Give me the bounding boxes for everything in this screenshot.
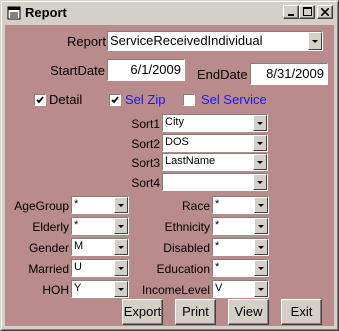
married-combo[interactable]: U xyxy=(71,259,129,277)
chevron-down-icon[interactable] xyxy=(254,281,268,297)
start-date-value: 6/1/2009 xyxy=(130,62,181,77)
checkmark-icon xyxy=(36,96,44,104)
sort3-label: Sort3 xyxy=(131,156,160,170)
chevron-down-icon[interactable] xyxy=(254,197,268,213)
detail-label: Detail xyxy=(49,92,83,107)
race-value: * xyxy=(215,198,220,210)
maximize-button[interactable] xyxy=(299,5,315,19)
detail-checkbox[interactable] xyxy=(34,94,46,106)
chevron-down-icon[interactable] xyxy=(114,281,128,297)
age-group-combo[interactable]: * xyxy=(71,196,129,214)
chevron-down-icon[interactable] xyxy=(114,239,128,255)
exit-button[interactable]: Exit xyxy=(281,299,322,325)
form-body: Report ServiceReceivedIndividual StartDa… xyxy=(5,25,334,326)
chevron-down-icon[interactable] xyxy=(308,32,322,50)
elderly-label: Elderly xyxy=(32,220,69,234)
sort3-value: LastName xyxy=(165,155,216,167)
chevron-down-icon[interactable] xyxy=(253,154,267,170)
sel-service-checkbox[interactable] xyxy=(183,94,195,106)
end-date-value: 8/31/2009 xyxy=(266,66,324,81)
sel-zip-checkbox[interactable] xyxy=(109,94,121,106)
sort4-combo[interactable] xyxy=(162,173,268,191)
sort1-combo[interactable]: City xyxy=(162,114,268,132)
print-button[interactable]: Print xyxy=(175,299,216,325)
ethnicity-combo[interactable]: * xyxy=(212,217,269,235)
sort4-label: Sort4 xyxy=(131,176,160,190)
sel-service-label: Sel Service xyxy=(201,92,267,107)
disabled-combo[interactable]: * xyxy=(212,238,269,256)
married-label: Married xyxy=(28,262,69,276)
education-value: * xyxy=(215,261,220,273)
race-label: Race xyxy=(181,199,210,213)
title-bar[interactable]: Report xyxy=(3,3,336,23)
start-date-label: StartDate xyxy=(50,63,105,78)
view-button[interactable]: View xyxy=(228,299,269,325)
sort2-value: DOS xyxy=(165,136,189,148)
income-level-combo[interactable]: V xyxy=(212,280,269,298)
chevron-down-icon[interactable] xyxy=(253,135,267,151)
gender-label: Gender xyxy=(28,241,69,255)
education-combo[interactable]: * xyxy=(212,259,269,277)
income-level-value: V xyxy=(215,282,223,294)
chevron-down-icon[interactable] xyxy=(254,218,268,234)
chevron-down-icon[interactable] xyxy=(114,260,128,276)
close-icon xyxy=(320,3,330,21)
elderly-combo[interactable]: * xyxy=(71,217,129,235)
disabled-value: * xyxy=(215,240,220,252)
hoh-label: HOH xyxy=(42,283,69,297)
sort2-combo[interactable]: DOS xyxy=(162,134,268,152)
hoh-combo[interactable]: Y xyxy=(71,280,129,298)
chevron-down-icon[interactable] xyxy=(114,197,128,213)
race-combo[interactable]: * xyxy=(212,196,269,214)
chevron-down-icon[interactable] xyxy=(114,218,128,234)
income-level-label: IncomeLevel xyxy=(141,283,210,297)
maximize-icon xyxy=(302,3,312,21)
elderly-value: * xyxy=(74,219,79,231)
hoh-value: Y xyxy=(74,282,82,294)
sel-zip-label: Sel Zip xyxy=(125,92,166,107)
disabled-label: Disabled xyxy=(163,241,210,255)
gender-combo[interactable]: M xyxy=(71,238,129,256)
window-title: Report xyxy=(25,5,67,20)
ethnicity-label: Ethnicity xyxy=(164,220,210,234)
chevron-down-icon[interactable] xyxy=(254,239,268,255)
ethnicity-value: * xyxy=(215,219,220,231)
age-group-label: AgeGroup xyxy=(14,199,69,213)
chevron-down-icon[interactable] xyxy=(254,260,268,276)
age-group-value: * xyxy=(74,198,79,210)
close-button[interactable] xyxy=(317,5,333,19)
sort2-label: Sort2 xyxy=(131,137,160,151)
sort1-label: Sort1 xyxy=(131,117,160,131)
form-icon xyxy=(7,6,21,20)
export-button[interactable]: Export xyxy=(122,299,163,325)
report-label: Report xyxy=(66,34,106,49)
sort1-value: City xyxy=(165,116,184,128)
chevron-down-icon[interactable] xyxy=(253,174,267,190)
minimize-icon xyxy=(287,3,295,21)
education-label: Education xyxy=(156,262,210,276)
married-value: U xyxy=(74,261,82,273)
checkmark-icon xyxy=(111,96,119,104)
report-window: Report Report ServiceReceivedIndividual … xyxy=(0,0,339,331)
minimize-button[interactable] xyxy=(283,5,299,19)
start-date-field[interactable]: 6/1/2009 xyxy=(107,59,185,81)
report-combo[interactable]: ServiceReceivedIndividual xyxy=(107,31,323,51)
sort3-combo[interactable]: LastName xyxy=(162,153,268,171)
end-date-field[interactable]: 8/31/2009 xyxy=(250,63,328,85)
chevron-down-icon[interactable] xyxy=(253,115,267,131)
end-date-label: EndDate xyxy=(197,67,248,82)
report-value: ServiceReceivedIndividual xyxy=(110,33,263,48)
gender-value: M xyxy=(74,240,84,252)
